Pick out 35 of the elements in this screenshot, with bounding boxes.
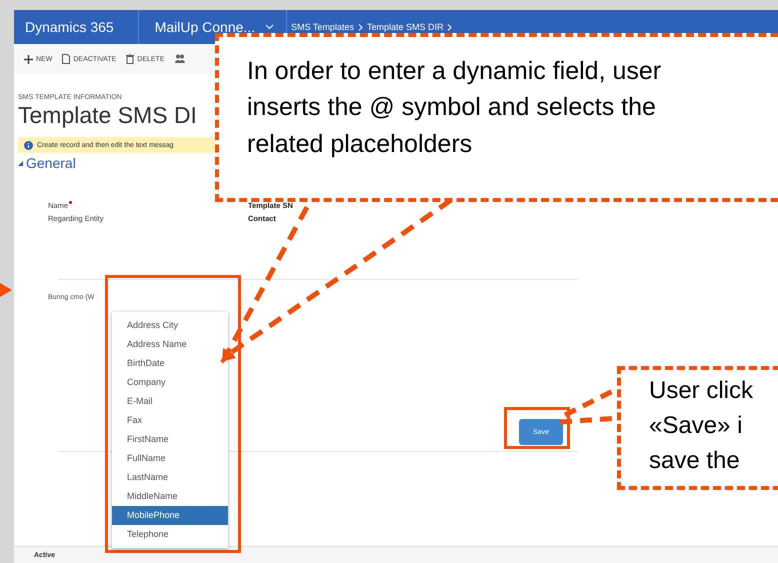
menu-item[interactable]: MobilePhone bbox=[112, 506, 228, 525]
chevron-right-icon bbox=[358, 24, 363, 30]
highlight-frame bbox=[504, 407, 570, 449]
menu-item[interactable]: LastName bbox=[112, 468, 228, 487]
app-name[interactable]: MailUp Conne... bbox=[138, 19, 256, 35]
section-title: General bbox=[26, 155, 76, 171]
menu-item[interactable]: FirstName bbox=[112, 430, 228, 449]
trash-icon bbox=[126, 54, 134, 64]
plus-icon bbox=[24, 54, 33, 64]
callout-text: User click bbox=[649, 376, 754, 406]
record-title: Template SMS DI bbox=[18, 102, 197, 129]
menu-item[interactable]: Address Name bbox=[112, 335, 228, 354]
callout-text: inserts the @ symbol and selects the bbox=[247, 92, 657, 124]
callout-text: save the bbox=[649, 446, 741, 476]
chevron-down-icon[interactable] bbox=[265, 24, 274, 30]
callout-text: «Save» i bbox=[649, 410, 744, 441]
info-icon bbox=[24, 140, 33, 150]
menu-item[interactable]: Telephone bbox=[112, 525, 228, 544]
breadcrumb-link[interactable]: Template SMS DIR bbox=[362, 22, 448, 32]
menu-item[interactable]: Company bbox=[112, 373, 228, 392]
document-icon bbox=[62, 54, 70, 64]
chevron-right-icon bbox=[447, 24, 452, 30]
arrow-icon bbox=[0, 283, 12, 297]
menu-item[interactable]: Fax bbox=[112, 411, 228, 430]
menu-item[interactable]: Address City bbox=[112, 316, 228, 335]
breadcrumb-link[interactable]: SMS Templates bbox=[287, 22, 358, 32]
people-icon[interactable] bbox=[174, 54, 184, 64]
callout-text: related placeholders bbox=[247, 128, 474, 160]
menu-item[interactable]: MiddleName bbox=[112, 487, 228, 506]
menu-item[interactable]: BirthDate bbox=[112, 354, 228, 373]
menu-item[interactable]: FullName bbox=[112, 449, 228, 468]
product-name[interactable]: Dynamics 365 bbox=[14, 19, 138, 35]
callout-text: In order to enter a dynamic field, user bbox=[247, 56, 662, 87]
menu-item[interactable]: E-Mail bbox=[112, 392, 228, 411]
collapse-triangle-icon[interactable] bbox=[18, 160, 23, 166]
